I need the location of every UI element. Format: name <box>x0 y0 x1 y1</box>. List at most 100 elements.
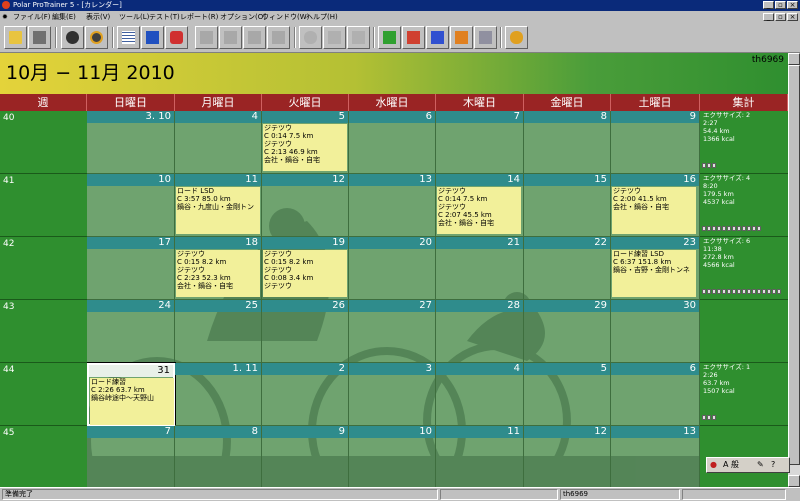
mdi-restore-button[interactable]: ▫ <box>775 13 786 21</box>
week-column-header[interactable]: 週 <box>0 94 87 111</box>
exercise-entry[interactable]: ロード練習 LSD C 6:37 151.8 km 鍋谷・吉野・金剛トンネ <box>612 250 696 297</box>
day-cell[interactable]: 16 ジテツウ C 2:00 41.5 km 会社・鍋谷・自宅 <box>611 174 700 237</box>
day-cell[interactable]: 8 <box>175 426 262 487</box>
day-cell[interactable]: 12 <box>524 426 611 487</box>
week-summary-cell[interactable]: エクササイズ: 4 8:20 179.5 km 4537 kcal <box>700 174 788 237</box>
day-cell[interactable]: 21 <box>436 237 524 300</box>
week-number-cell[interactable]: 42 <box>0 237 87 300</box>
app-icon[interactable] <box>2 1 10 9</box>
report-custom-button[interactable] <box>474 26 497 49</box>
connect-button[interactable] <box>85 26 108 49</box>
day-header-thursday[interactable]: 木曜日 <box>436 94 524 111</box>
ime-icon[interactable]: ● <box>710 459 717 471</box>
day-cell[interactable]: 7 <box>436 111 524 174</box>
calendar-view-button[interactable] <box>117 26 140 49</box>
test-button[interactable] <box>165 26 188 49</box>
menu-test[interactable]: テスト(T) <box>149 11 180 24</box>
day-cell[interactable]: 5 <box>524 363 611 426</box>
vertical-scrollbar[interactable] <box>788 53 800 487</box>
day-cell[interactable]: 25 <box>175 300 262 363</box>
day-cell[interactable]: 28 <box>436 300 524 363</box>
day-cell[interactable]: 1. 11 <box>175 363 262 426</box>
diary-button[interactable] <box>141 26 164 49</box>
report-week-button[interactable] <box>378 26 401 49</box>
week-summary-cell[interactable] <box>700 300 788 363</box>
day-cell[interactable]: 15 <box>524 174 611 237</box>
day-cell[interactable]: 31 ロード練習 C 2:26 63.7 km 鍋谷峠途中〜天野山 <box>87 362 176 427</box>
menu-tools[interactable]: ツール(L) <box>119 11 149 24</box>
menu-window[interactable]: ウィンドウ(W) <box>262 11 309 24</box>
day-cell[interactable]: 6 <box>611 363 700 426</box>
day-cell[interactable]: 29 <box>524 300 611 363</box>
ime-pad-icon[interactable]: ✎ <box>757 459 764 471</box>
report-month-button[interactable] <box>402 26 425 49</box>
day-cell[interactable]: 4 <box>436 363 524 426</box>
exercise-entry[interactable]: ロード練習 C 2:26 63.7 km 鍋谷峠途中〜天野山 <box>90 378 174 425</box>
menu-report[interactable]: レポート(R) <box>180 11 218 24</box>
week-number-cell[interactable]: 43 <box>0 300 87 363</box>
day-cell[interactable]: 23 ロード練習 LSD C 6:37 151.8 km 鍋谷・吉野・金剛トンネ <box>611 237 700 300</box>
week-summary-cell[interactable]: エクササイズ: 2 2:27 54.4 km 1366 kcal <box>700 111 788 174</box>
day-cell[interactable]: 19 ジテツウ C 0:15 8.2 km ジテツウ C 0:08 3.4 km ジテツウ <box>262 237 349 300</box>
exercise-entry[interactable]: ジテツウ C 0:15 8.2 km ジテツウ C 0:08 3.4 km ジテツウ <box>263 250 347 297</box>
day-cell[interactable]: 18 ジテツウ C 0:15 8.2 km ジテツウ C 2:23 52.3 km 会社・… <box>175 237 262 300</box>
day-cell[interactable]: 10 <box>349 426 436 487</box>
mdi-close-button[interactable]: × <box>787 13 798 21</box>
menu-view[interactable]: 表示(V) <box>86 11 110 24</box>
report-range-button[interactable] <box>450 26 473 49</box>
zoom-button[interactable] <box>299 26 322 49</box>
save-button[interactable] <box>28 26 51 49</box>
day-cell[interactable]: 5 ジテツウ C 0:14 7.5 km ジテツウ C 2:13 46.9 km 会社・鍋… <box>262 111 349 174</box>
day-cell[interactable]: 20 <box>349 237 436 300</box>
minimize-button[interactable]: _ <box>763 1 774 9</box>
day-header-friday[interactable]: 金曜日 <box>524 94 611 111</box>
menu-help[interactable]: ヘルプ(H) <box>306 11 338 24</box>
close-button[interactable]: × <box>787 1 798 9</box>
open-button[interactable] <box>4 26 27 49</box>
day-cell[interactable]: 7 <box>87 426 175 487</box>
day-cell[interactable]: 11 <box>436 426 524 487</box>
day-cell[interactable]: 22 <box>524 237 611 300</box>
day-cell[interactable]: 3. 10 <box>87 111 175 174</box>
compare-button[interactable] <box>347 26 370 49</box>
day-cell[interactable]: 12 <box>262 174 349 237</box>
day-header-sunday[interactable]: 日曜日 <box>87 94 175 111</box>
scroll-down-arrow[interactable] <box>788 475 800 487</box>
graph-button-1[interactable] <box>195 26 218 49</box>
graph-button-3[interactable] <box>243 26 266 49</box>
day-cell[interactable]: 4 <box>175 111 262 174</box>
week-number-cell[interactable]: 41 <box>0 174 87 237</box>
report-year-button[interactable] <box>426 26 449 49</box>
menu-options[interactable]: オプション(O) <box>220 11 266 24</box>
day-cell[interactable]: 24 <box>87 300 175 363</box>
exercise-entry[interactable]: ロード LSD C 3:57 85.0 km 鍋谷・九度山・金剛トン <box>176 187 260 234</box>
day-cell[interactable]: 8 <box>524 111 611 174</box>
day-cell[interactable]: 14 ジテツウ C 0:14 7.5 km ジテツウ C 2:07 45.5 km 会社・… <box>436 174 524 237</box>
mdi-minimize-button[interactable]: _ <box>763 13 774 21</box>
exercise-entry[interactable]: ジテツウ C 0:14 7.5 km ジテツウ C 2:13 46.9 km 会社・鍋谷… <box>263 124 347 171</box>
graph-button-4[interactable] <box>267 26 290 49</box>
day-cell[interactable]: 26 <box>262 300 349 363</box>
week-number-cell[interactable]: 44 <box>0 363 87 426</box>
scrollbar-thumb[interactable] <box>788 65 800 465</box>
analysis-button[interactable] <box>323 26 346 49</box>
week-summary-cell[interactable]: エクササイズ: 1 2:26 63.7 km 1507 kcal <box>700 363 788 426</box>
users-button[interactable] <box>505 26 528 49</box>
day-header-wednesday[interactable]: 水曜日 <box>349 94 436 111</box>
exercise-entry[interactable]: ジテツウ C 0:14 7.5 km ジテツウ C 2:07 45.5 km 会社・鍋谷… <box>437 187 521 234</box>
day-cell[interactable]: 9 <box>611 111 700 174</box>
transfer-button[interactable] <box>61 26 84 49</box>
week-summary-cell[interactable]: エクササイズ: 6 11:38 272.8 km 4566 kcal <box>700 237 788 300</box>
restore-button[interactable]: ▫ <box>775 1 786 9</box>
day-cell[interactable]: 2 <box>262 363 349 426</box>
day-header-tuesday[interactable]: 火曜日 <box>262 94 349 111</box>
menu-edit[interactable]: 編集(E) <box>52 11 76 24</box>
day-cell[interactable]: 9 <box>262 426 349 487</box>
graph-button-2[interactable] <box>219 26 242 49</box>
day-cell[interactable]: 30 <box>611 300 700 363</box>
day-cell[interactable]: 10 <box>87 174 175 237</box>
day-header-saturday[interactable]: 土曜日 <box>611 94 700 111</box>
day-cell[interactable]: 13 <box>611 426 700 487</box>
day-cell[interactable]: 11 ロード LSD C 3:57 85.0 km 鍋谷・九度山・金剛トン <box>175 174 262 237</box>
summary-column-header[interactable]: 集計 <box>700 94 788 111</box>
